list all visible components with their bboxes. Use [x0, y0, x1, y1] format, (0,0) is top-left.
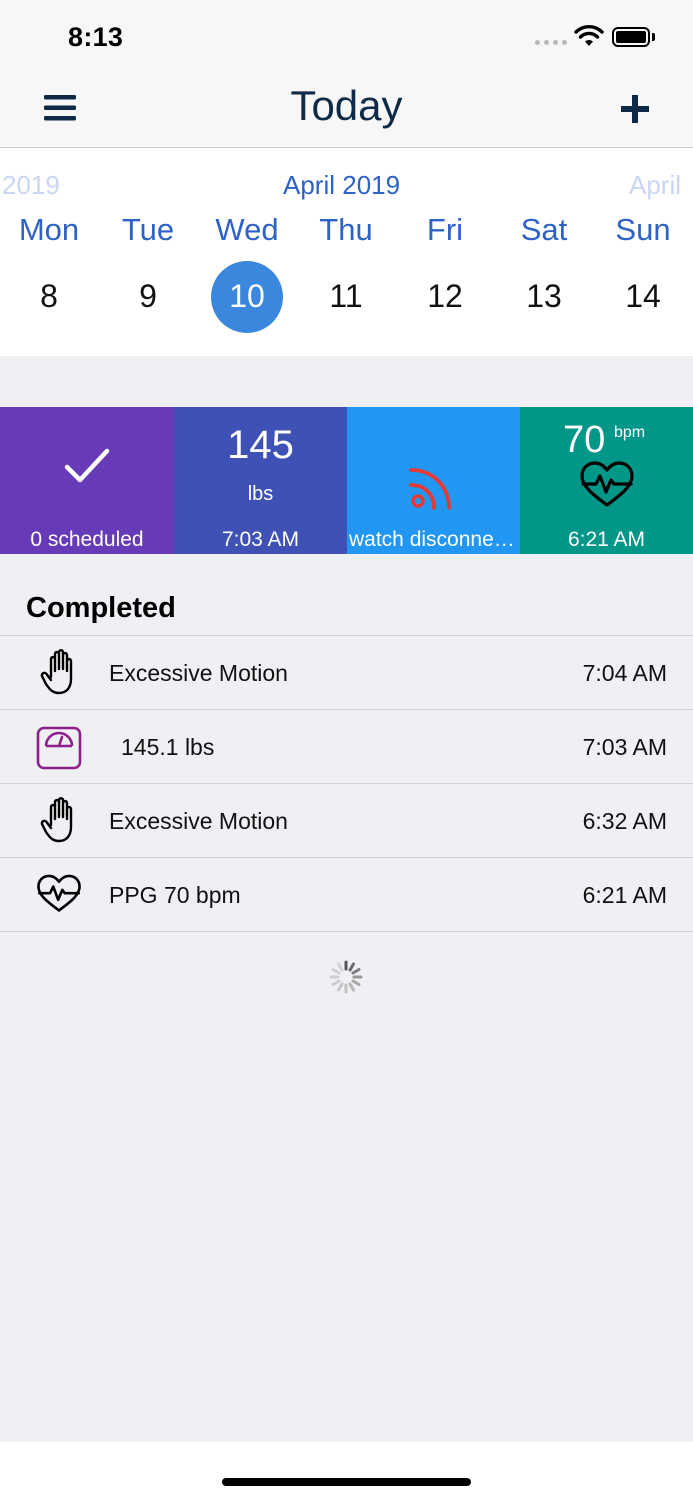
watch-status-label: watch disconnected	[349, 528, 520, 551]
cellular-signal-icon	[535, 40, 567, 45]
scale-icon	[36, 726, 82, 770]
day-14[interactable]: 14	[593, 278, 693, 315]
list-item-time: 6:21 AM	[582, 882, 667, 908]
status-time: 8:13	[68, 22, 124, 52]
weight-tile-value: 145	[227, 423, 294, 467]
weekday-mon: Mon	[18, 212, 80, 247]
rss-disconnected-icon	[409, 468, 451, 510]
weight-tile[interactable]: 145 lbs 7:03 AM	[174, 407, 347, 554]
page-title: Today	[290, 82, 403, 129]
list-item-text: Excessive Motion	[109, 660, 288, 686]
heart-pulse-icon	[37, 874, 81, 912]
day-10-selected[interactable]: 10	[197, 278, 297, 315]
heart-rate-tile[interactable]: 70 bpm 6:21 AM	[520, 407, 693, 554]
list-item[interactable]: Excessive Motion 7:04 AM	[0, 635, 693, 709]
weekday-sun: Sun	[615, 212, 671, 247]
list-item-text: 145.1 lbs	[121, 734, 215, 760]
completed-list: Excessive Motion 7:04 AM 145.1 lbs 7:03 …	[0, 635, 693, 932]
heart-rate-tile-time: 6:21 AM	[567, 528, 646, 551]
day-8[interactable]: 8	[0, 278, 99, 315]
day-12[interactable]: 12	[395, 278, 495, 315]
wifi-icon	[574, 25, 604, 46]
heart-rate-tile-unit: bpm	[614, 424, 646, 441]
heart-rate-tile-value: 70	[563, 419, 606, 461]
scheduled-tile-label: 0 scheduled	[30, 528, 144, 551]
weekday-sat: Sat	[520, 212, 568, 247]
weekday-tue: Tue	[121, 212, 175, 247]
list-item-time: 7:04 AM	[582, 660, 667, 686]
weekday-wed: Wed	[215, 212, 279, 247]
month-label-prev: 2019	[2, 170, 60, 200]
add-button[interactable]	[618, 91, 654, 127]
hand-icon	[40, 797, 73, 843]
weight-tile-unit: lbs	[247, 483, 274, 505]
heart-pulse-icon	[580, 461, 634, 507]
battery-cap	[652, 33, 655, 41]
battery-icon	[612, 27, 650, 47]
loading-spinner-icon	[329, 960, 363, 994]
list-item-text: PPG 70 bpm	[109, 882, 241, 908]
hand-icon	[40, 649, 73, 695]
list-item-time: 6:32 AM	[582, 808, 667, 834]
list-item-time: 7:03 AM	[582, 734, 667, 760]
list-item[interactable]: 145.1 lbs 7:03 AM	[0, 709, 693, 783]
checkmark-icon	[64, 448, 110, 483]
home-indicator[interactable]	[222, 1478, 471, 1486]
list-item[interactable]: PPG 70 bpm 6:21 AM	[0, 857, 693, 932]
weight-tile-time: 7:03 AM	[221, 528, 300, 551]
month-label-next: April	[629, 170, 682, 200]
day-11[interactable]: 11	[296, 278, 396, 315]
month-label-current: April 2019	[283, 170, 401, 200]
day-13[interactable]: 13	[494, 278, 594, 315]
scheduled-tile[interactable]: 0 scheduled	[0, 407, 174, 554]
watch-status-tile[interactable]: watch disconnected	[347, 407, 520, 554]
weekday-thu: Thu	[319, 212, 373, 247]
completed-section-title: Completed	[26, 592, 176, 624]
day-9[interactable]: 9	[98, 278, 198, 315]
list-item-text: Excessive Motion	[109, 808, 288, 834]
list-item[interactable]: Excessive Motion 6:32 AM	[0, 783, 693, 857]
weekday-fri: Fri	[426, 212, 464, 247]
bottom-safe-area	[0, 1442, 693, 1500]
